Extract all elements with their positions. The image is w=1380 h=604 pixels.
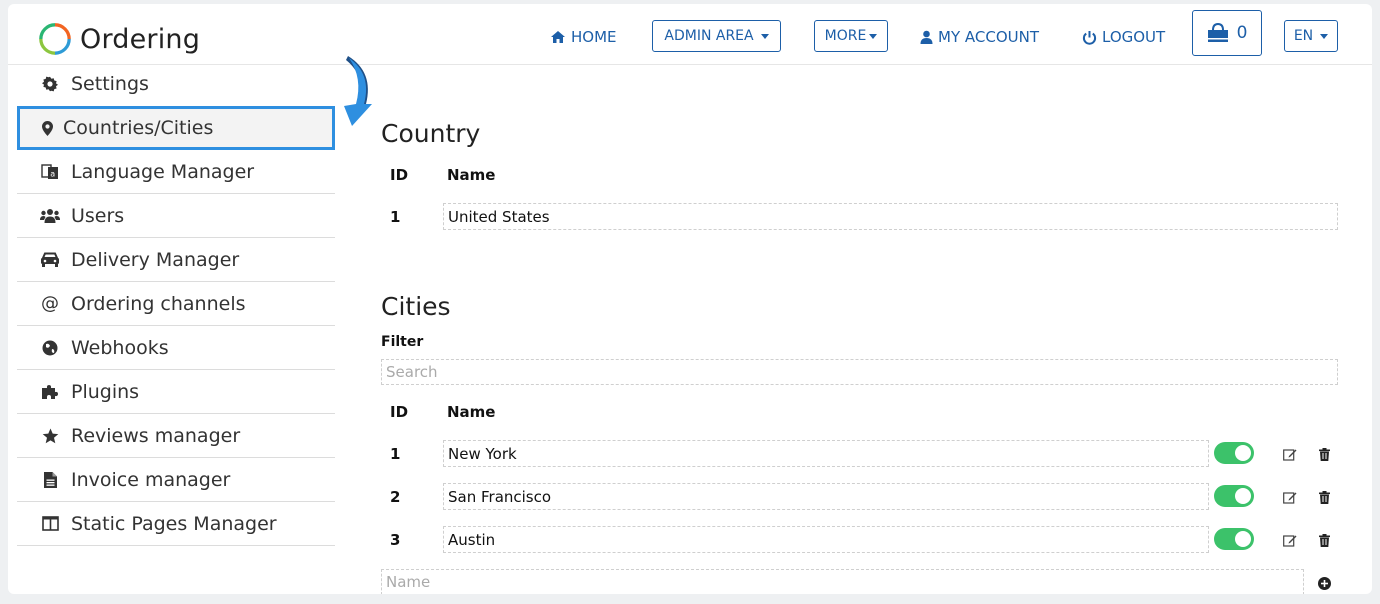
- trash-icon[interactable]: [1316, 446, 1332, 462]
- city-enabled-toggle[interactable]: [1214, 485, 1254, 507]
- sidebar-item-language-manager[interactable]: a Language Manager: [17, 150, 335, 194]
- nav-my-account-label: MY ACCOUNT: [938, 28, 1039, 46]
- city-row-id: 3: [390, 531, 401, 549]
- edit-icon[interactable]: [1282, 446, 1298, 462]
- sidebar-item-label: Webhooks: [71, 336, 169, 359]
- sidebar-item-settings[interactable]: Settings: [17, 62, 335, 106]
- star-icon: [39, 428, 61, 444]
- plus-circle-icon: [1317, 576, 1331, 590]
- file-icon: [39, 471, 61, 488]
- sidebar-item-label: Language Manager: [71, 160, 255, 183]
- cities-heading: Cities: [381, 292, 451, 321]
- chevron-down-icon: [869, 33, 878, 39]
- app-window: Ordering HOME ADMIN AREA MORE MY ACCOUNT: [8, 4, 1372, 594]
- nav-my-account-link[interactable]: MY ACCOUNT: [920, 16, 1039, 58]
- trash-icon[interactable]: [1316, 489, 1332, 505]
- country-id-header: ID: [390, 166, 409, 184]
- sidebar-item-users[interactable]: Users: [17, 194, 335, 238]
- sidebar-item-label: Plugins: [71, 380, 140, 403]
- chevron-down-icon: [1320, 33, 1329, 39]
- sidebar-item-invoice-manager[interactable]: Invoice manager: [17, 458, 335, 502]
- chevron-down-icon: [760, 33, 769, 39]
- nav-home-link[interactable]: HOME: [550, 16, 617, 58]
- nav-home-label: HOME: [571, 28, 617, 46]
- trash-icon[interactable]: [1316, 532, 1332, 548]
- admin-sidebar: Settings Countries/Cities a Language Man…: [17, 62, 335, 546]
- language-dropdown[interactable]: EN: [1284, 20, 1338, 52]
- user-icon: [920, 30, 933, 44]
- svg-text:a: a: [50, 169, 55, 178]
- cart-button[interactable]: 0: [1192, 10, 1262, 56]
- city-enabled-toggle[interactable]: [1214, 442, 1254, 464]
- shopping-bag-icon: [1207, 23, 1228, 42]
- edit-icon[interactable]: [1282, 532, 1298, 548]
- top-navigation: HOME ADMIN AREA MORE MY ACCOUNT LOGOUT 0…: [8, 10, 1372, 58]
- sidebar-item-label: Delivery Manager: [71, 248, 240, 271]
- sidebar-item-reviews-manager[interactable]: Reviews manager: [17, 414, 335, 458]
- filter-label: Filter: [381, 334, 424, 350]
- power-icon: [1082, 30, 1097, 45]
- add-city-button[interactable]: [1316, 575, 1332, 591]
- sidebar-item-label: Ordering channels: [71, 292, 246, 315]
- new-city-name-input[interactable]: Name: [381, 569, 1304, 594]
- car-icon: [39, 252, 61, 268]
- puzzle-icon: [39, 384, 61, 400]
- sidebar-item-label: Users: [71, 204, 125, 227]
- city-row-id: 2: [390, 488, 401, 506]
- sidebar-item-static-pages-manager[interactable]: Static Pages Manager: [17, 502, 335, 546]
- city-name-field[interactable]: Austin: [443, 526, 1209, 553]
- city-search-input[interactable]: Search: [381, 359, 1338, 385]
- sidebar-item-countries-cities[interactable]: Countries/Cities: [17, 106, 335, 150]
- sidebar-item-label: Settings: [71, 73, 149, 95]
- gear-icon: [39, 76, 61, 92]
- country-row-id: 1: [390, 208, 401, 226]
- globe-icon: [39, 340, 61, 356]
- sidebar-item-plugins[interactable]: Plugins: [17, 370, 335, 414]
- pointer-arrow-icon: [344, 56, 372, 126]
- city-row-id: 1: [390, 445, 401, 463]
- nav-logout-link[interactable]: LOGOUT: [1082, 16, 1165, 58]
- at-icon: @: [41, 293, 59, 314]
- sidebar-item-label: Reviews manager: [71, 424, 241, 447]
- more-dropdown[interactable]: MORE: [814, 20, 888, 52]
- cities-name-header: Name: [447, 403, 496, 421]
- country-name-header: Name: [447, 166, 496, 184]
- edit-icon[interactable]: [1282, 489, 1298, 505]
- city-name-field[interactable]: San Francisco: [443, 483, 1209, 510]
- sidebar-item-delivery-manager[interactable]: Delivery Manager: [17, 238, 335, 282]
- language-label: EN: [1293, 28, 1314, 44]
- nav-logout-label: LOGOUT: [1102, 28, 1166, 46]
- sidebar-item-webhooks[interactable]: Webhooks: [17, 326, 335, 370]
- sidebar-item-ordering-channels[interactable]: @ Ordering channels: [17, 282, 335, 326]
- cities-id-header: ID: [390, 403, 409, 421]
- columns-icon: [39, 516, 61, 531]
- more-label: MORE: [824, 28, 867, 44]
- city-name-field[interactable]: New York: [443, 440, 1209, 467]
- cart-count: 0: [1236, 23, 1248, 43]
- country-name-field[interactable]: United States: [443, 203, 1338, 230]
- admin-area-dropdown[interactable]: ADMIN AREA: [652, 20, 781, 52]
- sidebar-item-label: Static Pages Manager: [71, 512, 277, 535]
- country-heading: Country: [381, 119, 481, 148]
- sidebar-item-label: Countries/Cities: [63, 117, 214, 139]
- admin-area-label: ADMIN AREA: [664, 28, 754, 44]
- city-enabled-toggle[interactable]: [1214, 528, 1254, 550]
- home-icon: [551, 31, 565, 43]
- map-marker-icon: [39, 120, 55, 136]
- language-icon: a: [39, 163, 61, 180]
- users-icon: [39, 208, 61, 223]
- sidebar-item-label: Invoice manager: [71, 468, 231, 491]
